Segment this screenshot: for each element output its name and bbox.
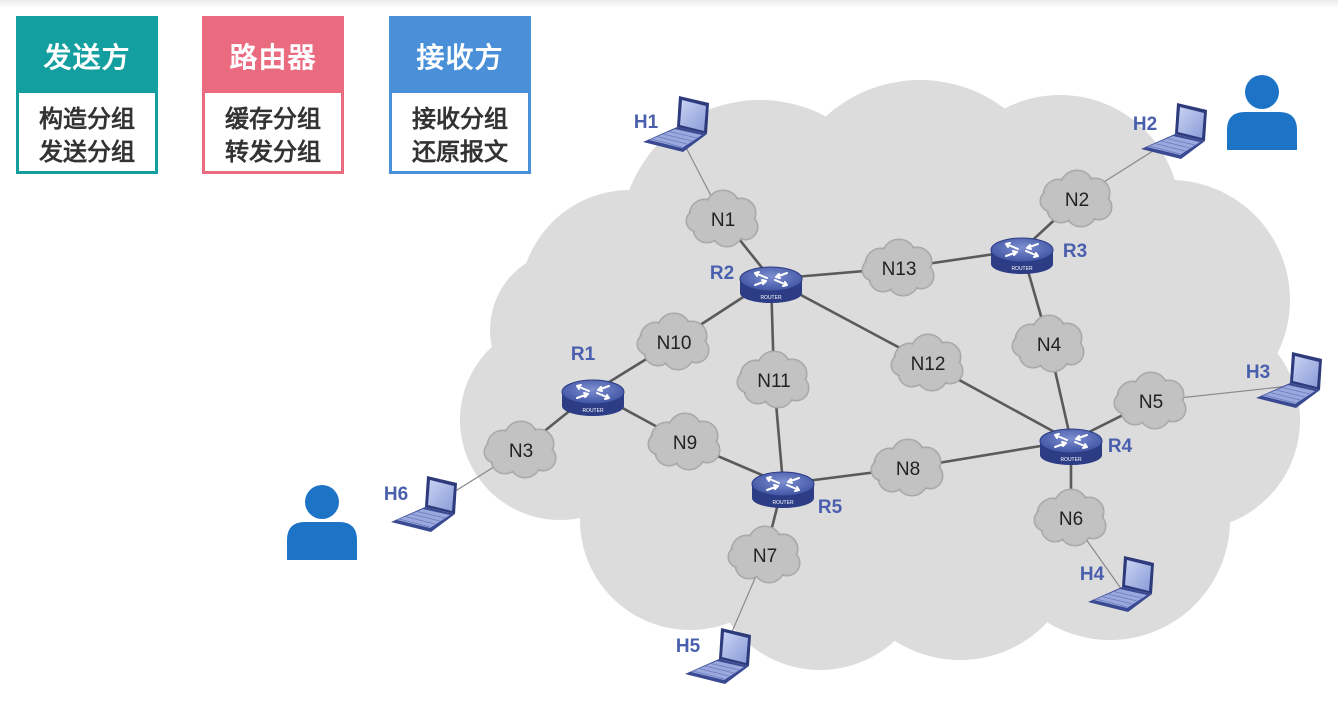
network-label-n7: N7 — [753, 546, 777, 567]
router-r1: ROUTER — [561, 379, 625, 416]
network-label-n8: N8 — [896, 459, 920, 480]
network-label-n12: N12 — [911, 354, 946, 375]
router-label-r5: R5 — [818, 497, 843, 518]
router-badge-text: ROUTER — [1060, 457, 1082, 463]
host-label-h1: H1 — [634, 112, 659, 133]
host-label-h6: H6 — [384, 484, 408, 505]
host-label-h2: H2 — [1133, 114, 1157, 135]
network-label-n9: N9 — [673, 433, 697, 454]
network-label-n5: N5 — [1139, 392, 1163, 413]
host-label-h3: H3 — [1246, 362, 1270, 383]
router-r3: ROUTER — [990, 237, 1054, 274]
network-label-n2: N2 — [1065, 190, 1089, 211]
router-badge-text: ROUTER — [1011, 266, 1033, 272]
router-label-r1: R1 — [571, 344, 596, 365]
router-r5: ROUTER — [751, 471, 815, 508]
network-label-n10: N10 — [657, 333, 692, 354]
internet-cloud-background — [460, 80, 1300, 670]
host-label-h5: H5 — [676, 636, 701, 657]
router-badge-text: ROUTER — [772, 500, 794, 506]
network-label-n11: N11 — [757, 371, 790, 392]
network-label-n3: N3 — [509, 441, 533, 462]
network-label-n4: N4 — [1037, 335, 1062, 356]
network-diagram: N1 N2 N3 N4 N5 N6 N7 N8 N9 N10 N11 N12 N13 ROUTER R1 R… — [287, 75, 1322, 684]
router-r2: ROUTER — [739, 266, 803, 303]
user-right-icon — [1227, 75, 1297, 150]
router-label-r2: R2 — [710, 263, 734, 284]
network-label-n13: N13 — [882, 259, 917, 280]
router-badge-text: ROUTER — [760, 295, 782, 301]
router-badge-text: ROUTER — [582, 408, 604, 414]
network-label-n6: N6 — [1059, 509, 1083, 530]
host-label-h4: H4 — [1080, 564, 1105, 585]
network-label-n1: N1 — [711, 210, 735, 231]
user-left-icon — [287, 485, 357, 560]
router-label-r3: R3 — [1063, 241, 1087, 262]
router-r4: ROUTER — [1039, 428, 1103, 465]
router-label-r4: R4 — [1108, 436, 1133, 457]
